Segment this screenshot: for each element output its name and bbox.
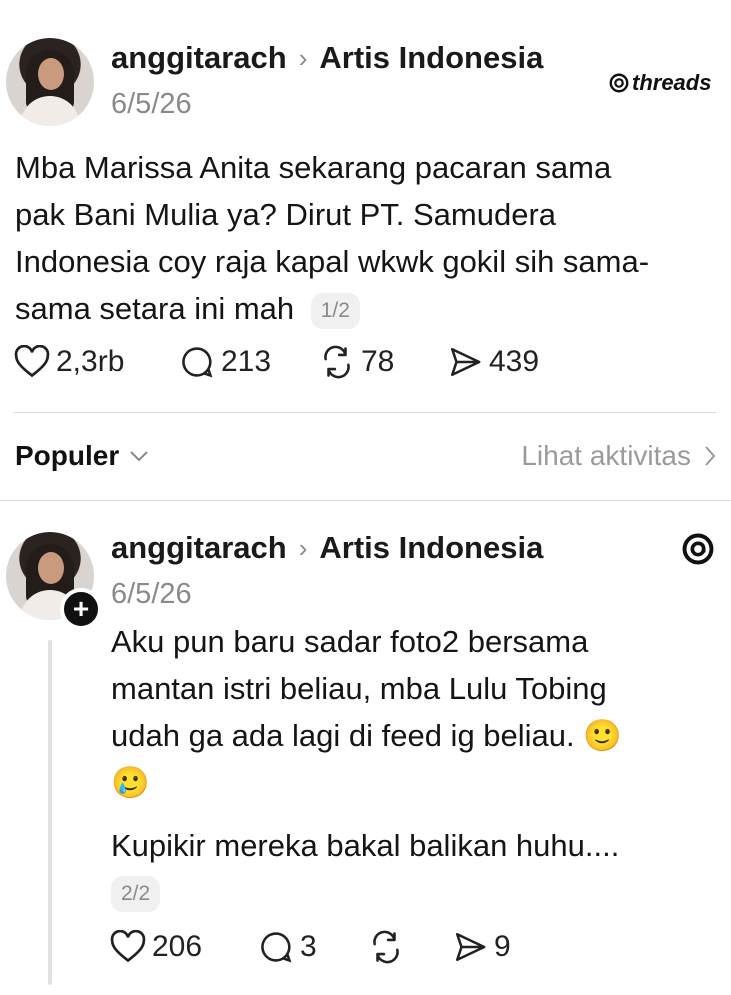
- chevron-right-icon: ›: [298, 42, 308, 73]
- comment-icon: [261, 932, 292, 963]
- like-button[interactable]: 2,3rb: [14, 345, 179, 379]
- view-activity-link[interactable]: Lihat aktivitas: [521, 440, 717, 472]
- reply-text-line: Aku pun baru sadar foto2 bersama: [111, 624, 589, 659]
- share-icon: [450, 347, 481, 377]
- reply-count: 3: [300, 930, 317, 963]
- reply-body: Aku pun baru sadar foto2 bersama mantan …: [111, 618, 721, 806]
- like-count: 2,3rb: [56, 345, 125, 378]
- post-body: Mba Marissa Anita sekarang pacaran sama …: [15, 144, 725, 332]
- post-text-last: sama setara ini mah: [15, 291, 295, 326]
- like-count: 206: [152, 930, 203, 963]
- share-count: 9: [494, 930, 511, 963]
- share-button[interactable]: 9: [452, 930, 542, 964]
- page-badge: 2/2: [111, 876, 161, 912]
- reply-text-line: udah ga ada lagi di feed ig beliau. 🙂: [111, 718, 622, 753]
- community-name[interactable]: Artis Indonesia: [319, 530, 543, 566]
- chevron-right-icon: ›: [298, 532, 308, 563]
- post-date: 6/5/26: [111, 88, 192, 120]
- chevron-right-icon: [705, 446, 716, 466]
- reply-count: 213: [221, 345, 272, 378]
- post-text-line: pak Bani Mulia ya? Dirut PT. Samudera: [15, 197, 557, 232]
- reply-text-line: mantan istri beliau, mba Lulu Tobing: [111, 671, 607, 706]
- comment-icon: [182, 347, 213, 378]
- thread-line: [48, 640, 52, 985]
- reply-button[interactable]: 213: [179, 345, 319, 379]
- reply-button[interactable]: 3: [258, 930, 368, 964]
- sort-label: Populer: [15, 440, 120, 471]
- post-actions: 2,3rb 213 78 439: [14, 345, 567, 379]
- threads-brand: threads: [608, 70, 711, 96]
- reply-date: 6/5/26: [111, 578, 192, 610]
- chevron-down-icon: [130, 451, 148, 462]
- follow-plus-icon[interactable]: +: [60, 588, 102, 630]
- threads-logo-icon[interactable]: [681, 532, 715, 566]
- page-badge: 1/2: [310, 292, 360, 329]
- activity-label: Lihat aktivitas: [521, 440, 691, 471]
- community-name[interactable]: Artis Indonesia: [319, 40, 543, 76]
- repost-button[interactable]: [368, 930, 452, 964]
- username[interactable]: anggitarach: [111, 530, 287, 566]
- repost-count: 78: [361, 345, 395, 378]
- repost-button[interactable]: 78: [319, 345, 447, 379]
- sort-dropdown[interactable]: Populer: [15, 440, 149, 472]
- reply-header: anggitarach › Artis Indonesia: [111, 530, 543, 566]
- post-text-line: sama setara ini mah 1/2: [15, 285, 725, 332]
- username[interactable]: anggitarach: [111, 40, 287, 76]
- heart-icon: [14, 345, 50, 378]
- share-button[interactable]: 439: [447, 345, 567, 379]
- like-button[interactable]: 206: [110, 930, 258, 964]
- repost-icon: [324, 345, 350, 379]
- threads-logo-icon: [609, 73, 629, 93]
- heart-icon: [110, 930, 146, 963]
- divider: [0, 500, 731, 501]
- share-icon: [455, 932, 486, 962]
- post-header: anggitarach › Artis Indonesia: [111, 40, 543, 76]
- brand-name: threads: [632, 70, 712, 95]
- reply-actions: 206 3 9: [110, 930, 542, 964]
- repost-icon: [373, 930, 399, 964]
- divider: [14, 412, 716, 413]
- post-text-line: Mba Marissa Anita sekarang pacaran sama: [15, 150, 612, 185]
- reply-text-second: Kupikir mereka bakal balikan huhu....: [111, 828, 620, 863]
- post-text-line: Indonesia coy raja kapal wkwk gokil sih …: [15, 244, 650, 279]
- avatar[interactable]: [6, 38, 94, 126]
- reply-text-line: 🥲: [111, 765, 150, 800]
- share-count: 439: [489, 345, 540, 378]
